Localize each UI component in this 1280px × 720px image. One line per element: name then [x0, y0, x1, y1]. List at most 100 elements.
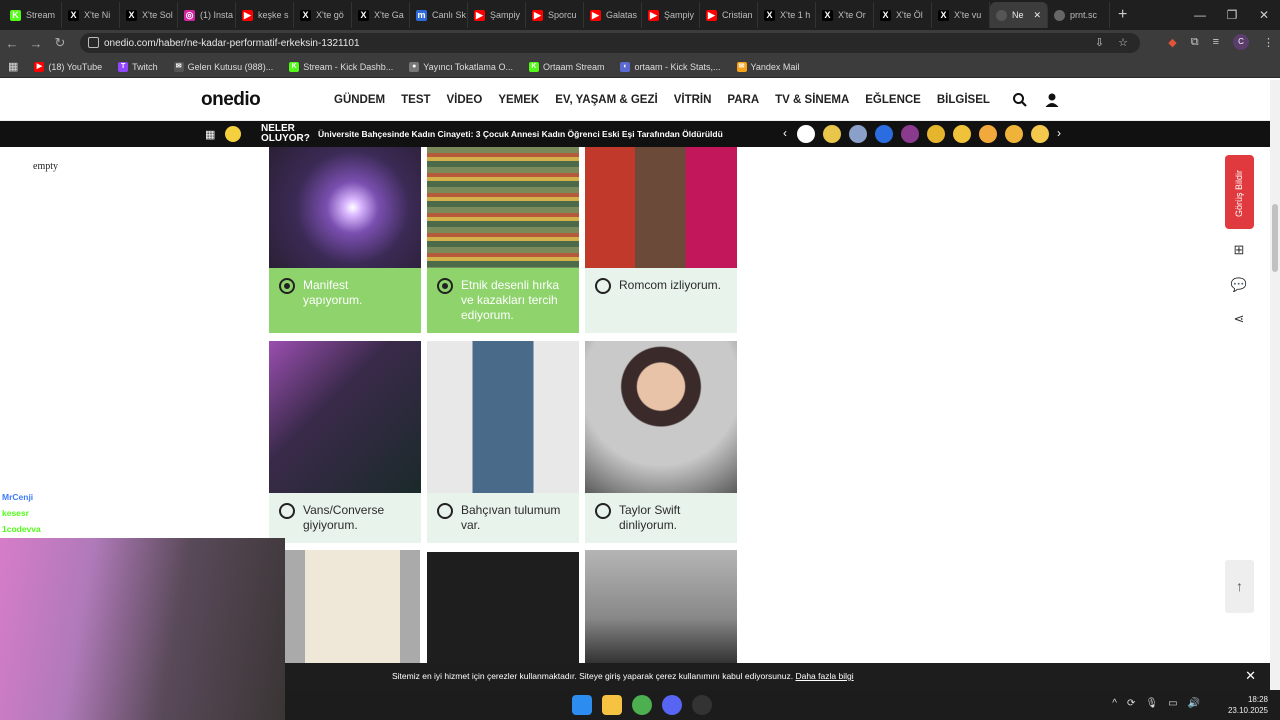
new-tab-button[interactable]: +: [1118, 6, 1127, 24]
forward-icon[interactable]: →: [24, 36, 48, 51]
system-clock[interactable]: 18:28 23.10.2025: [1228, 694, 1268, 716]
active-browser-tab[interactable]: Ne ✕: [990, 2, 1048, 28]
close-tab-icon[interactable]: ✕: [1033, 10, 1041, 21]
site-info-icon[interactable]: [88, 37, 99, 48]
app-icon[interactable]: [692, 695, 712, 715]
nav-item[interactable]: BİLGİSEL: [937, 94, 990, 106]
radio-icon[interactable]: [595, 503, 611, 519]
option-answer[interactable]: Taylor Swift dinliyorum.: [585, 493, 737, 543]
cookie-close-icon[interactable]: ✕: [1245, 668, 1256, 684]
browser-tab[interactable]: X X'te 1 h: [758, 2, 816, 28]
radio-selected-icon[interactable]: [437, 278, 453, 294]
browser-tab[interactable]: m Canlı Sk: [410, 2, 468, 28]
option-answer[interactable]: Romcom izliyorum.: [585, 268, 737, 333]
option-image[interactable]: [427, 552, 579, 663]
bookmark-item[interactable]: K Stream - Kick Dashb...: [283, 61, 399, 72]
browser-tab[interactable]: X X'te Öl: [874, 2, 932, 28]
bookmark-item[interactable]: T Twitch: [112, 61, 164, 72]
nav-item[interactable]: EV, YAŞAM & GEZİ: [555, 94, 657, 106]
windows-start-icon[interactable]: [572, 695, 592, 715]
scroll-top-button[interactable]: ↑: [1225, 560, 1254, 613]
nav-item[interactable]: PARA: [727, 94, 759, 106]
bookmark-add-icon[interactable]: ⊞: [1228, 239, 1250, 261]
option-answer[interactable]: Manifest yapıyorum.: [269, 268, 421, 333]
dk-icon[interactable]: [797, 125, 815, 143]
browser-tab[interactable]: X X'te Ni: [62, 2, 120, 28]
reaction-icon[interactable]: [979, 125, 997, 143]
nav-item[interactable]: EĞLENCE: [865, 94, 921, 106]
reload-icon[interactable]: ↻: [48, 35, 72, 51]
close-window-icon[interactable]: ✕: [1248, 8, 1280, 22]
radio-selected-icon[interactable]: [279, 278, 295, 294]
maximize-icon[interactable]: ❐: [1216, 8, 1248, 22]
nav-item[interactable]: VİTRİN: [674, 94, 712, 106]
feedback-button[interactable]: Görüş Bildir: [1225, 155, 1254, 229]
browser-tab[interactable]: X X'te Or: [816, 2, 874, 28]
browser-tab[interactable]: X X'te Sol: [120, 2, 178, 28]
news-headline[interactable]: Üniversite Bahçesinde Kadın Cinayeti: 3 …: [318, 129, 723, 139]
bookmark-item[interactable]: K Ortaam Stream: [523, 61, 611, 72]
radio-icon[interactable]: [437, 503, 453, 519]
nav-item[interactable]: VİDEO: [447, 94, 483, 106]
user-icon[interactable]: [1044, 92, 1060, 108]
search-icon[interactable]: [1012, 92, 1028, 108]
reading-list-icon[interactable]: ≡: [1213, 36, 1219, 48]
reaction-icon[interactable]: [823, 125, 841, 143]
reaction-icon[interactable]: [901, 125, 919, 143]
browser-tab[interactable]: ▶ Galatas: [584, 2, 642, 28]
extension-icon[interactable]: ◆: [1168, 36, 1176, 49]
browser-tab[interactable]: ▶ Şampiy: [642, 2, 700, 28]
volume-icon[interactable]: 🔊: [1188, 698, 1200, 709]
option-image[interactable]: [427, 147, 579, 268]
radio-icon[interactable]: [595, 278, 611, 294]
ticker-prev-icon[interactable]: ‹: [783, 126, 787, 140]
quiz-option-overalls[interactable]: Bahçıvan tulumum var.: [427, 341, 579, 543]
quiz-option-romcom[interactable]: Romcom izliyorum.: [585, 147, 737, 333]
browser-tab[interactable]: ▶ keşke s: [236, 2, 294, 28]
nav-item[interactable]: YEMEK: [498, 94, 539, 106]
file-explorer-icon[interactable]: [602, 695, 622, 715]
quiz-option-converse[interactable]: Vans/Converse giyiyorum.: [269, 341, 421, 543]
profile-avatar[interactable]: C: [1233, 34, 1249, 50]
menu-dots-icon[interactable]: ⋮: [1263, 36, 1274, 49]
reaction-icon[interactable]: [953, 125, 971, 143]
mic-icon[interactable]: 🎙: [1145, 698, 1158, 709]
extensions-puzzle-icon[interactable]: ⧉: [1191, 36, 1199, 49]
option-image[interactable]: [285, 550, 420, 663]
option-answer[interactable]: Vans/Converse giyiyorum.: [269, 493, 421, 543]
sad-face-icon[interactable]: [1031, 125, 1049, 143]
quiz-option-earphones[interactable]: [427, 552, 579, 663]
discord-icon[interactable]: [662, 695, 682, 715]
browser-tab[interactable]: K Stream: [4, 2, 62, 28]
browser-tab[interactable]: ▶ Cristian: [700, 2, 758, 28]
apps-grid-icon[interactable]: ▦: [8, 60, 24, 73]
tray-expand-icon[interactable]: ^: [1112, 698, 1117, 709]
browser-tab[interactable]: prnt.sc: [1048, 2, 1110, 28]
address-bar[interactable]: onedio.com/haber/ne-kadar-performatif-er…: [80, 33, 1140, 53]
nav-item[interactable]: TV & SİNEMA: [775, 94, 849, 106]
option-image[interactable]: [269, 147, 421, 268]
nav-item[interactable]: GÜNDEM: [334, 94, 385, 106]
ticker-next-icon[interactable]: ›: [1057, 126, 1061, 140]
option-image[interactable]: [269, 341, 421, 493]
option-image[interactable]: [585, 147, 737, 268]
option-answer[interactable]: Etnik desenli hırka ve kazakları tercih …: [427, 268, 579, 333]
comments-icon[interactable]: 💬: [1228, 274, 1250, 296]
sync-icon[interactable]: ⟳: [1127, 698, 1135, 709]
browser-tab[interactable]: ▶ Şampiy: [468, 2, 526, 28]
bookmark-item[interactable]: ✉ Yandex Mail: [731, 61, 806, 72]
quiz-option-manifest[interactable]: Manifest yapıyorum.: [269, 147, 421, 333]
option-image[interactable]: [585, 550, 737, 663]
quiz-option-taylor-swift[interactable]: Taylor Swift dinliyorum.: [585, 341, 737, 543]
browser-tab[interactable]: ▶ Sporcu: [526, 2, 584, 28]
reaction-icon[interactable]: [849, 125, 867, 143]
nav-item[interactable]: TEST: [401, 94, 430, 106]
chrome-icon[interactable]: [632, 695, 652, 715]
option-image[interactable]: [585, 341, 737, 493]
url-text[interactable]: onedio.com/haber/ne-kadar-performatif-er…: [104, 38, 360, 49]
radio-icon[interactable]: [279, 503, 295, 519]
browser-tab[interactable]: X X'te vu: [932, 2, 990, 28]
browser-tab[interactable]: X X'te gö: [294, 2, 352, 28]
option-image[interactable]: [427, 341, 579, 493]
cookie-more-link[interactable]: Daha fazla bilgi: [795, 671, 853, 681]
